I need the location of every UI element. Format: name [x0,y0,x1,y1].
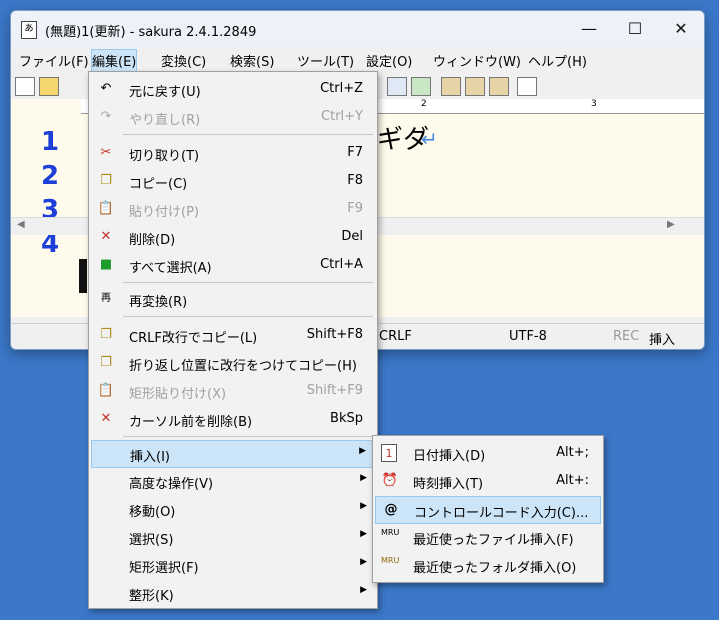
settings-icon[interactable] [489,77,509,96]
delete-icon: ✕ [100,229,112,244]
submenu-arrow-icon: ▶ [360,585,367,595]
menu-item-advanced[interactable]: 高度な操作(V) ▶ [91,468,375,494]
menu-help[interactable]: ヘルプ(H) [528,51,587,70]
menu-item-undo[interactable]: ↶ 元に戻す(U) Ctrl+Z [91,76,375,102]
menu-separator [123,436,373,437]
menu-item-backspace[interactable]: ✕ カーソル前を削除(B) BkSp [91,406,375,432]
menu-item-crlf-copy[interactable]: ❐ CRLF改行でコピー(L) Shift+F8 [91,322,375,348]
submenu-arrow-icon: ▶ [360,557,367,567]
menu-item-copy[interactable]: ❐ コピー(C) F8 [91,168,375,194]
maximize-button[interactable]: ☐ [612,11,658,47]
ruler-mark-3: 3 [591,99,597,109]
status-insert-mode: 挿入 [649,333,676,348]
gutter-mark [79,259,87,293]
menu-item-cut[interactable]: ✂ 切り取り(T) F7 [91,140,375,166]
menu-separator [123,282,373,283]
status-eol: CRLF [379,329,412,344]
menu-item-wrap-copy[interactable]: ❐ 折り返し位置に改行をつけてコピー(H) [91,350,375,376]
scroll-left-icon[interactable]: ◀ [17,219,25,230]
mru-file-icon: MRU [381,528,400,537]
ruler-mark-2: 2 [421,99,427,109]
submenu-arrow-icon: ▶ [359,446,366,456]
clock-icon: ⏰ [381,473,399,488]
insert-submenu: 1 日付挿入(D) Alt+; ⏰ 時刻挿入(T) Alt+: @ コントロール… [372,435,604,583]
menu-separator [123,316,373,317]
submenu-item-insert-date[interactable]: 1 日付挿入(D) Alt+; [375,440,601,466]
wrap-copy-icon: ❐ [100,355,112,370]
submenu-arrow-icon: ▶ [360,529,367,539]
submenu-item-mru-folder[interactable]: MRU 最近使ったフォルダ挿入(O) [375,552,601,578]
menu-item-delete[interactable]: ✕ 削除(D) Del [91,224,375,250]
submenu-item-control-code[interactable]: @ コントロールコード入力(C)... [375,496,601,524]
newline-mark-icon: ↵ [421,127,438,151]
menu-item-box-paste[interactable]: 📋 矩形貼り付け(X) Shift+F9 [91,378,375,404]
menu-item-format[interactable]: 整形(K) ▶ [91,580,375,606]
grep-icon[interactable] [441,77,461,96]
menu-item-insert[interactable]: 挿入(I) ▶ [91,440,375,468]
backspace-icon: ✕ [100,411,112,426]
menu-file[interactable]: ファイル(F) [19,51,89,70]
grep-replace-icon[interactable] [465,77,485,96]
mru-folder-icon: MRU [381,556,400,565]
title-bar: あ (無題)1(更新) - sakura 2.4.1.2849 — ☐ ✕ [11,11,704,47]
menu-item-select[interactable]: 選択(S) ▶ [91,524,375,550]
open-folder-icon[interactable] [39,77,59,96]
close-button[interactable]: ✕ [658,11,704,47]
window-title: (無題)1(更新) - sakura 2.4.1.2849 [45,25,257,40]
control-code-icon: @ [384,502,398,517]
menu-item-reconvert[interactable]: 再 再変換(R) [91,286,375,312]
new-file-icon[interactable] [15,77,35,96]
menu-edit[interactable]: 編集(E) [91,49,138,72]
menu-window[interactable]: ウィンドウ(W) [433,51,521,70]
menu-tools[interactable]: ツール(T) [297,51,354,70]
edit-menu: ↶ 元に戻す(U) Ctrl+Z ↷ やり直し(R) Ctrl+Y ✂ 切り取り… [88,71,378,609]
redo-icon: ↷ [100,109,112,124]
menu-item-redo[interactable]: ↷ やり直し(R) Ctrl+Y [91,104,375,130]
toolbar-button-icon[interactable] [387,77,407,96]
menu-item-move[interactable]: 移動(O) ▶ [91,496,375,522]
calendar-icon: 1 [381,444,397,462]
line-number-gutter: 1 2 3 4 [11,113,77,275]
app-icon[interactable]: あ [21,21,37,39]
submenu-item-insert-time[interactable]: ⏰ 時刻挿入(T) Alt+: [375,468,601,494]
outline-icon[interactable] [517,77,537,96]
menu-search[interactable]: 検索(S) [230,51,274,70]
copy-icon: ❐ [100,173,112,188]
status-rec: REC [613,329,640,344]
menu-settings[interactable]: 設定(O) [366,51,412,70]
minimize-button[interactable]: — [566,11,612,47]
scissors-icon: ✂ [100,145,112,160]
status-encoding: UTF-8 [509,329,547,344]
submenu-item-mru-file[interactable]: MRU 最近使ったファイル挿入(F) [375,524,601,550]
reconvert-icon: 再 [101,293,111,304]
menu-convert[interactable]: 変換(C) [161,51,206,70]
scroll-right-icon[interactable]: ▶ [667,219,675,230]
crlf-copy-icon: ❐ [100,327,112,342]
tree-icon[interactable] [411,77,431,96]
menu-item-box-select[interactable]: 矩形選択(F) ▶ [91,552,375,578]
box-paste-icon: 📋 [97,383,115,398]
menu-separator [123,134,373,135]
paste-icon: 📋 [97,201,115,216]
submenu-arrow-icon: ▶ [360,501,367,511]
menu-item-select-all[interactable]: ■ すべて選択(A) Ctrl+A [91,252,375,278]
line-number: 1 [41,127,60,157]
line-number: 2 [41,161,60,191]
menu-bar: ファイル(F) 編集(E) 変換(C) 検索(S) ツール(T) 設定(O) ウ… [11,47,704,72]
menu-item-paste[interactable]: 📋 貼り付け(P) F9 [91,196,375,222]
select-all-icon: ■ [99,257,113,272]
submenu-arrow-icon: ▶ [360,473,367,483]
undo-icon: ↶ [100,81,112,96]
